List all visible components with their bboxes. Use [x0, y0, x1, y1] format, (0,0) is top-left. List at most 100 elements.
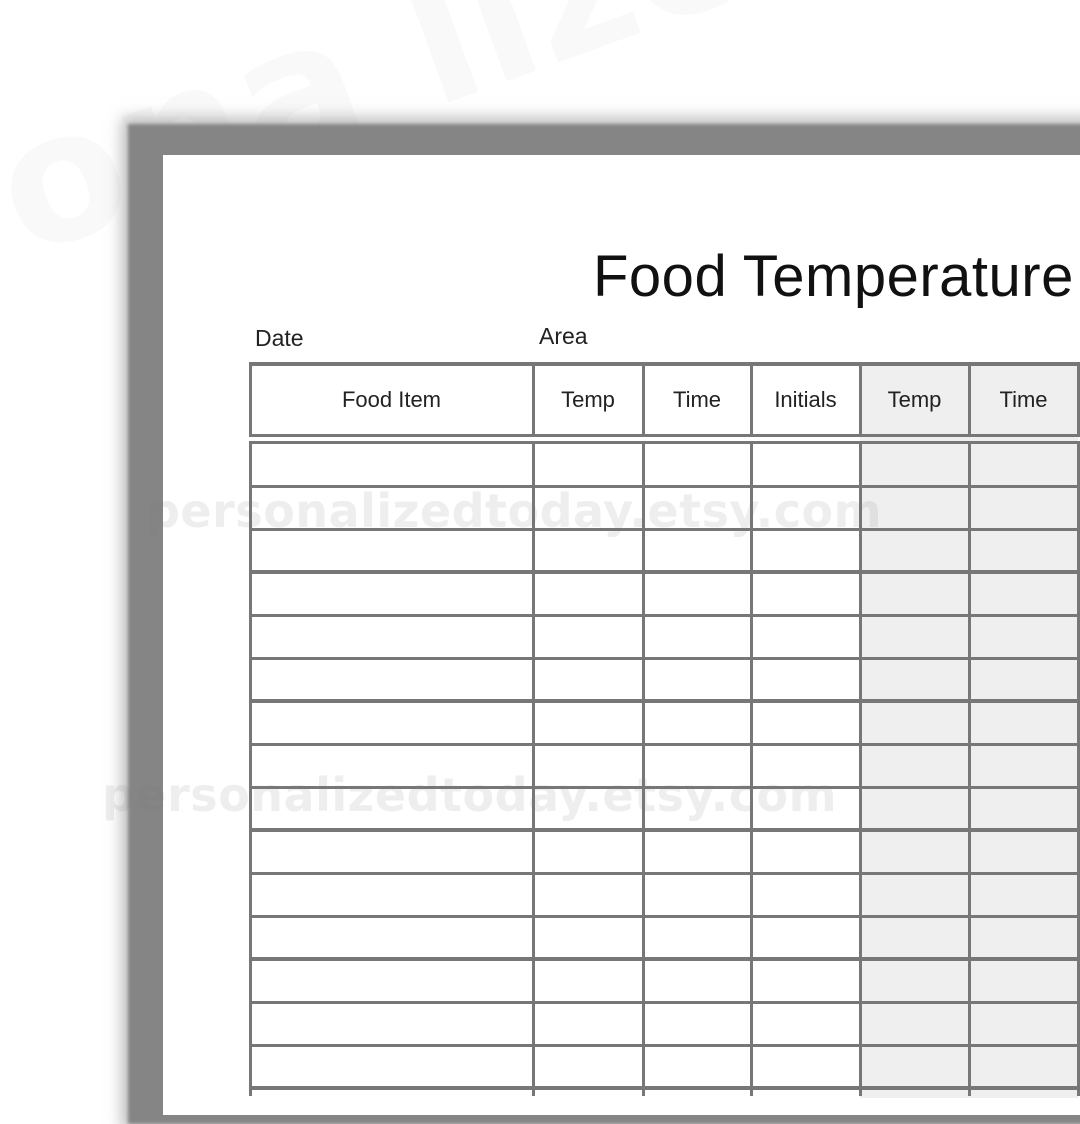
table-cell[interactable] — [860, 572, 969, 615]
table-cell[interactable] — [533, 916, 643, 959]
table-cell[interactable] — [250, 486, 533, 529]
table-cell[interactable] — [533, 787, 643, 830]
table-cell[interactable] — [860, 744, 969, 787]
table-cell[interactable] — [643, 701, 751, 744]
table-cell[interactable] — [250, 1002, 533, 1045]
table-cell[interactable] — [533, 959, 643, 1002]
table-cell[interactable] — [969, 959, 1078, 1002]
table-cell[interactable] — [643, 959, 751, 1002]
table-cell[interactable] — [860, 916, 969, 959]
table-cell[interactable] — [643, 486, 751, 529]
column-header: Temp — [561, 387, 615, 412]
table-cell[interactable] — [250, 701, 533, 744]
row-divider — [250, 657, 1080, 660]
table-cell[interactable] — [969, 1045, 1078, 1088]
table-cell[interactable] — [860, 873, 969, 916]
table-cell[interactable] — [250, 830, 533, 873]
table-cell[interactable] — [969, 443, 1078, 486]
table-cell[interactable] — [751, 916, 860, 959]
table-cell[interactable] — [250, 443, 533, 486]
table-cell[interactable] — [643, 787, 751, 830]
table-cell[interactable] — [643, 443, 751, 486]
table-cell[interactable] — [751, 830, 860, 873]
table-cell[interactable] — [860, 615, 969, 658]
table-cell[interactable] — [250, 572, 533, 615]
table-cell[interactable] — [643, 1002, 751, 1045]
table-cell[interactable] — [860, 701, 969, 744]
table-cell[interactable] — [751, 529, 860, 572]
table-cell[interactable] — [643, 1045, 751, 1088]
table-cell[interactable] — [860, 1045, 969, 1088]
table-cell[interactable] — [969, 486, 1078, 529]
table-cell[interactable] — [533, 830, 643, 873]
table-cell[interactable] — [969, 744, 1078, 787]
row-divider — [250, 828, 1080, 832]
table-cell[interactable] — [751, 658, 860, 701]
table-cell[interactable] — [533, 658, 643, 701]
row-divider — [250, 528, 1080, 531]
table-cell[interactable] — [533, 486, 643, 529]
table-cell[interactable] — [250, 873, 533, 916]
table-cell[interactable] — [250, 529, 533, 572]
table-cell[interactable] — [969, 658, 1078, 701]
table-cell[interactable] — [751, 1045, 860, 1088]
column-header: Initials — [774, 387, 837, 412]
table-cell[interactable] — [250, 959, 533, 1002]
table-cell[interactable] — [969, 916, 1078, 959]
table-cell[interactable] — [969, 1002, 1078, 1045]
table-cell[interactable] — [250, 787, 533, 830]
table-cell[interactable] — [643, 830, 751, 873]
table-cell[interactable] — [533, 443, 643, 486]
table-cell[interactable] — [969, 787, 1078, 830]
table-cell[interactable] — [969, 830, 1078, 873]
table-cell[interactable] — [969, 572, 1078, 615]
table-cell[interactable] — [250, 1045, 533, 1088]
table-cell[interactable] — [533, 701, 643, 744]
table-cell[interactable] — [643, 615, 751, 658]
table-cell[interactable] — [751, 486, 860, 529]
table-cell[interactable] — [250, 658, 533, 701]
column-header: Food Item — [341, 387, 442, 412]
table-cell[interactable] — [860, 1002, 969, 1045]
table-cell[interactable] — [751, 959, 860, 1002]
table-cell[interactable] — [643, 916, 751, 959]
table-cell[interactable] — [533, 873, 643, 916]
table-cell[interactable] — [533, 1002, 643, 1045]
table-cell[interactable] — [751, 701, 860, 744]
table-cell[interactable] — [969, 873, 1078, 916]
column-divider — [859, 441, 862, 1096]
table-cell[interactable] — [969, 529, 1078, 572]
table-cell[interactable] — [860, 658, 969, 701]
table-cell[interactable] — [860, 787, 969, 830]
table-cell[interactable] — [860, 529, 969, 572]
table-cell[interactable] — [751, 615, 860, 658]
table-cell[interactable] — [533, 1045, 643, 1088]
table-cell[interactable] — [751, 572, 860, 615]
table-cell[interactable] — [533, 529, 643, 572]
table-cell[interactable] — [643, 658, 751, 701]
table-cell[interactable] — [860, 486, 969, 529]
table-cell[interactable] — [751, 744, 860, 787]
table-cell[interactable] — [533, 615, 643, 658]
table-cell[interactable] — [751, 787, 860, 830]
table-cell[interactable] — [751, 1002, 860, 1045]
column-divider — [968, 362, 971, 437]
table-cell[interactable] — [751, 873, 860, 916]
table-cell[interactable] — [751, 443, 860, 486]
table-cell[interactable] — [643, 873, 751, 916]
table-cell[interactable] — [250, 744, 533, 787]
column-divider — [249, 362, 252, 437]
row-divider — [250, 485, 1080, 488]
table-cell[interactable] — [643, 572, 751, 615]
table-cell[interactable] — [860, 443, 969, 486]
table-cell[interactable] — [969, 615, 1078, 658]
table-cell[interactable] — [533, 744, 643, 787]
table-cell[interactable] — [969, 701, 1078, 744]
table-cell[interactable] — [250, 916, 533, 959]
table-cell[interactable] — [533, 572, 643, 615]
table-cell[interactable] — [250, 615, 533, 658]
table-cell[interactable] — [643, 744, 751, 787]
table-cell[interactable] — [860, 830, 969, 873]
table-cell[interactable] — [643, 529, 751, 572]
table-cell[interactable] — [860, 959, 969, 1002]
